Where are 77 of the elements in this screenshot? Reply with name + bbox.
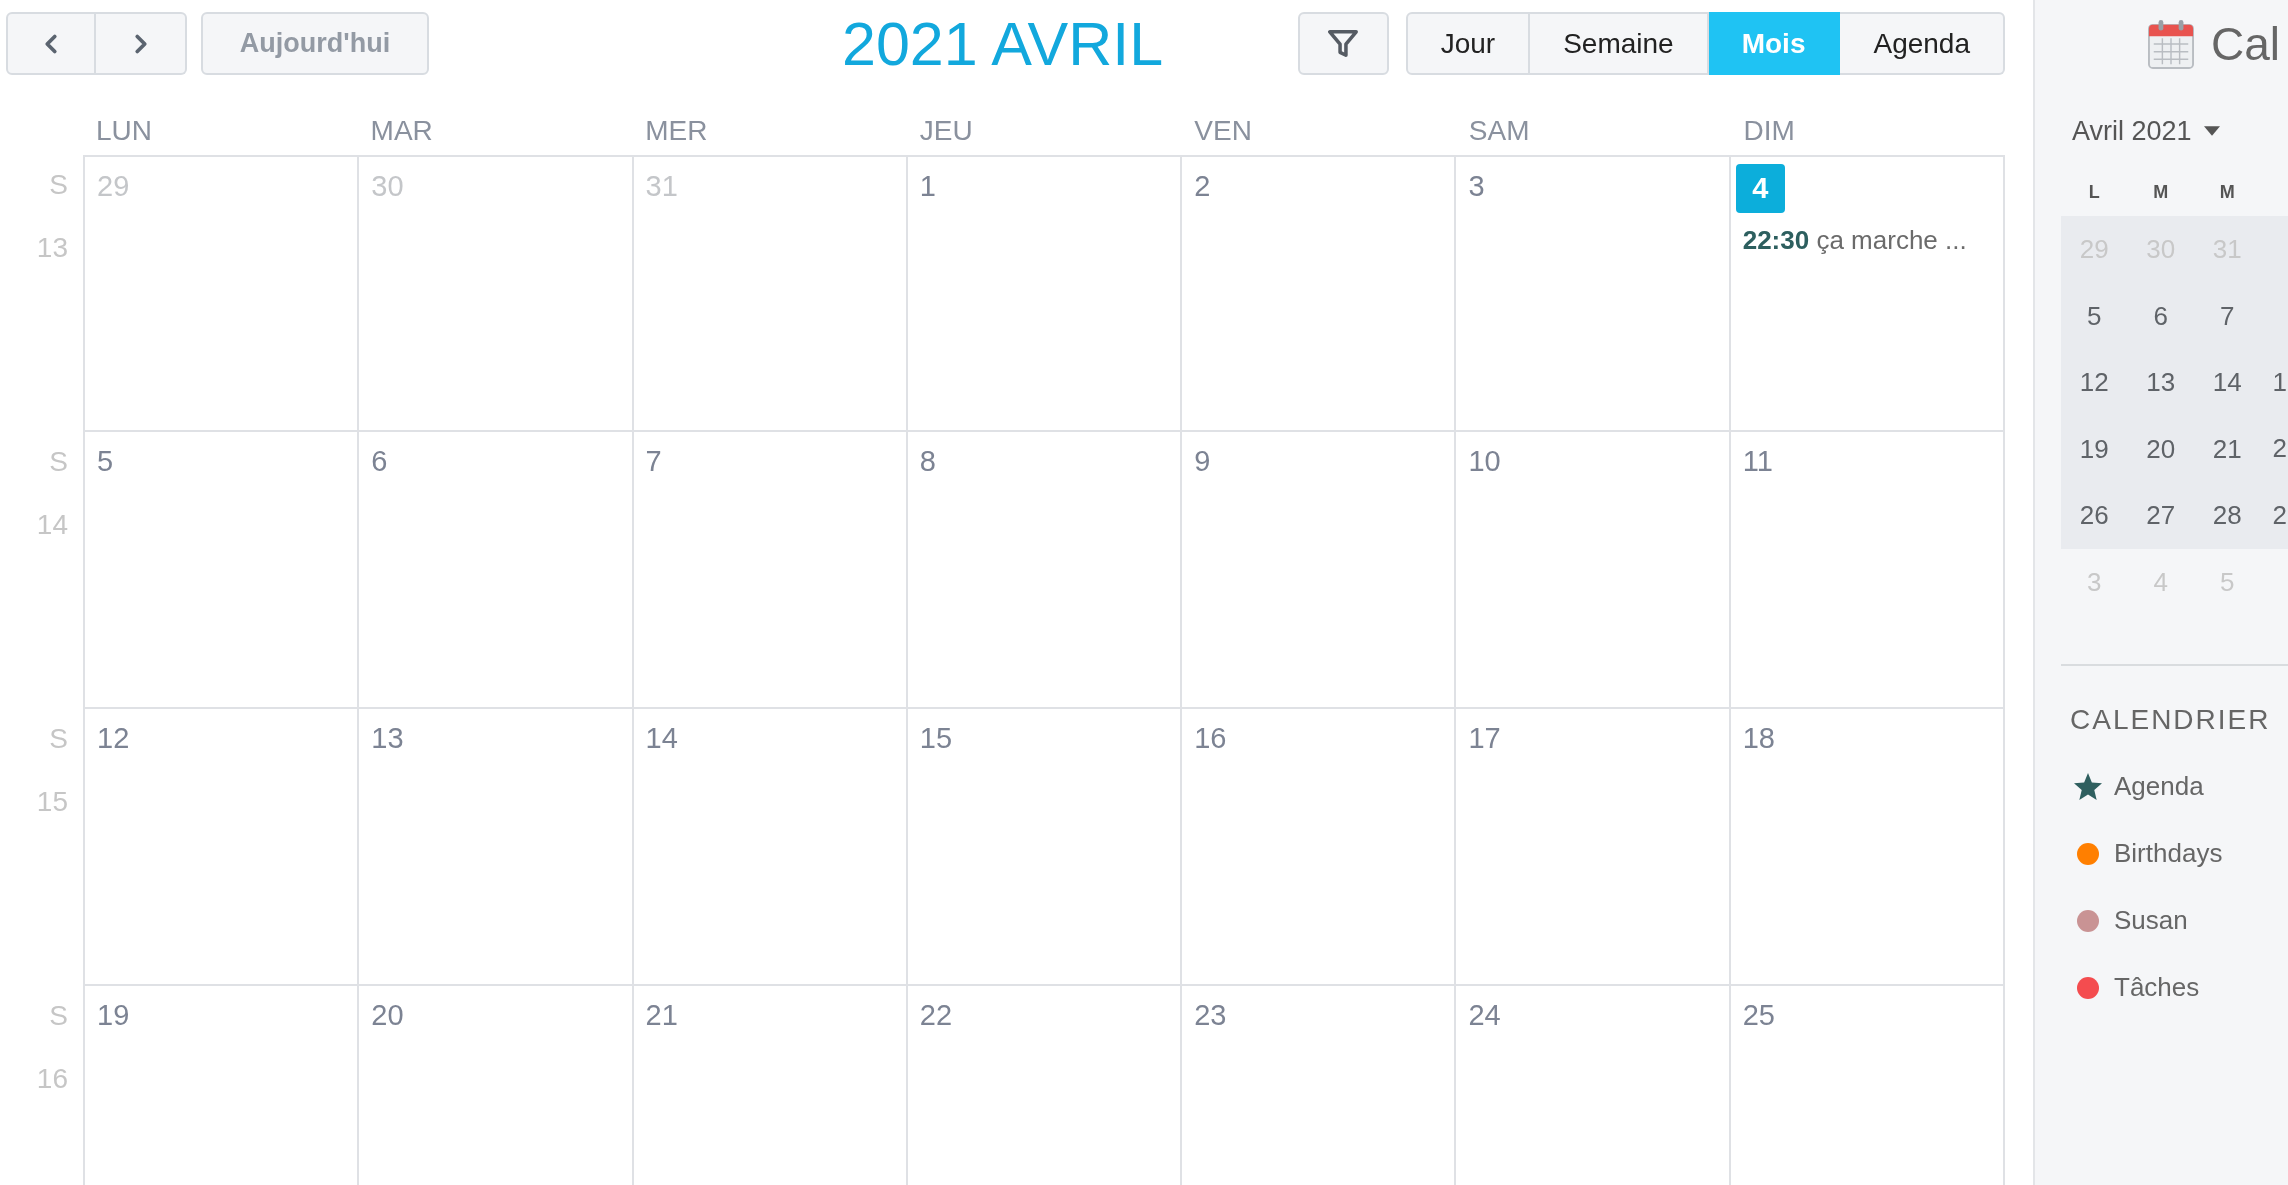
week-label: S — [49, 445, 68, 478]
mini-day[interactable]: 14 — [2212, 367, 2242, 398]
day-number[interactable]: 21 — [645, 999, 678, 1032]
day-number[interactable]: 5 — [97, 445, 114, 478]
week-number: 13 — [36, 231, 68, 264]
filter-icon — [1328, 30, 1359, 57]
view-tab[interactable]: Semaine — [1530, 12, 1709, 75]
previous-button[interactable] — [6, 12, 96, 75]
calendar-icon — [2148, 19, 2194, 69]
week-number: 15 — [36, 785, 68, 818]
mini-weekday: L — [2088, 181, 2100, 204]
mini-weekday: M — [2153, 181, 2169, 204]
day-number[interactable]: 4 — [1735, 164, 1785, 213]
day-number[interactable]: 16 — [1194, 722, 1227, 755]
mini-day[interactable]: 5 — [2087, 300, 2102, 331]
day-number[interactable]: 23 — [1194, 999, 1227, 1032]
weekday-header: SAM — [1468, 115, 1530, 146]
day-number[interactable]: 3 — [1468, 170, 1485, 203]
day-number[interactable]: 25 — [1742, 999, 1775, 1032]
week-number: 16 — [36, 1062, 68, 1095]
calendar-item[interactable]: Susan — [2061, 887, 2288, 954]
day-number[interactable]: 19 — [97, 999, 130, 1032]
calendar-event[interactable]: 22:30 ça marche ... — [1742, 225, 1991, 255]
mini-day[interactable]: 19 — [2079, 433, 2109, 464]
calendar-item[interactable]: Tâches — [2061, 954, 2288, 1021]
day-number[interactable]: 8 — [919, 445, 936, 478]
day-number[interactable]: 7 — [645, 445, 662, 478]
day-number[interactable]: 13 — [371, 722, 404, 755]
week-number: 14 — [36, 508, 68, 541]
day-number[interactable]: 2 — [1194, 170, 1211, 203]
day-number[interactable]: 6 — [371, 445, 388, 478]
weekday-header: VEN — [1194, 115, 1252, 146]
day-number[interactable]: 1 — [919, 170, 936, 203]
mini-day[interactable]: 2 — [2272, 499, 2287, 530]
day-number[interactable]: 17 — [1468, 722, 1501, 755]
filter-button[interactable] — [1297, 12, 1389, 75]
mini-day[interactable]: 26 — [2079, 500, 2109, 531]
view-tab[interactable]: Agenda — [1840, 12, 2005, 75]
weekday-header: DIM — [1743, 115, 1795, 146]
week-label: S — [49, 168, 68, 201]
mini-day[interactable]: 20 — [2146, 433, 2176, 464]
caret-down-icon — [2203, 126, 2220, 136]
month-dropdown[interactable]: Avril 2021 — [2072, 114, 2220, 148]
section-heading: CALENDRIER — [2070, 704, 2272, 736]
weekday-header: MER — [645, 115, 708, 146]
mini-day[interactable]: 12 — [2079, 367, 2109, 398]
week-label: S — [49, 999, 68, 1032]
view-tab[interactable]: Mois — [1708, 12, 1841, 75]
view-tab[interactable]: Jour — [1405, 12, 1531, 75]
mini-day[interactable]: 1 — [2272, 366, 2287, 397]
weekday-header: MAR — [370, 115, 433, 146]
day-number[interactable]: 15 — [919, 722, 953, 755]
day-number[interactable]: 22 — [919, 999, 953, 1032]
day-number[interactable]: 10 — [1468, 445, 1501, 478]
day-number[interactable]: 18 — [1742, 722, 1775, 755]
day-number[interactable]: 12 — [97, 722, 130, 755]
mini-day[interactable]: 2 — [2272, 433, 2287, 464]
weekday-header: LUN — [96, 115, 152, 146]
next-button[interactable] — [96, 12, 187, 75]
day-number[interactable]: 9 — [1194, 445, 1211, 478]
week-label: S — [49, 722, 68, 755]
calendar-item[interactable]: Agenda — [2061, 753, 2288, 820]
mini-weekday: M — [2219, 181, 2235, 204]
mini-day[interactable]: 27 — [2146, 500, 2176, 531]
sidebar-title: Cal — [2211, 18, 2281, 70]
day-number[interactable]: 20 — [371, 999, 404, 1032]
mini-day[interactable]: 7 — [2220, 300, 2235, 331]
mini-day[interactable]: 6 — [2153, 300, 2168, 331]
weekday-header: JEU — [919, 115, 973, 146]
day-number[interactable]: 24 — [1468, 999, 1501, 1032]
day-number[interactable]: 11 — [1742, 445, 1773, 478]
mini-day[interactable]: 13 — [2146, 367, 2176, 398]
day-number[interactable]: 14 — [645, 722, 678, 755]
mini-day[interactable]: 28 — [2212, 500, 2242, 531]
month-title: 2021 AVRIL — [842, 10, 1164, 77]
calendar-item[interactable]: Birthdays — [2061, 820, 2288, 887]
mini-day[interactable]: 21 — [2212, 433, 2242, 464]
